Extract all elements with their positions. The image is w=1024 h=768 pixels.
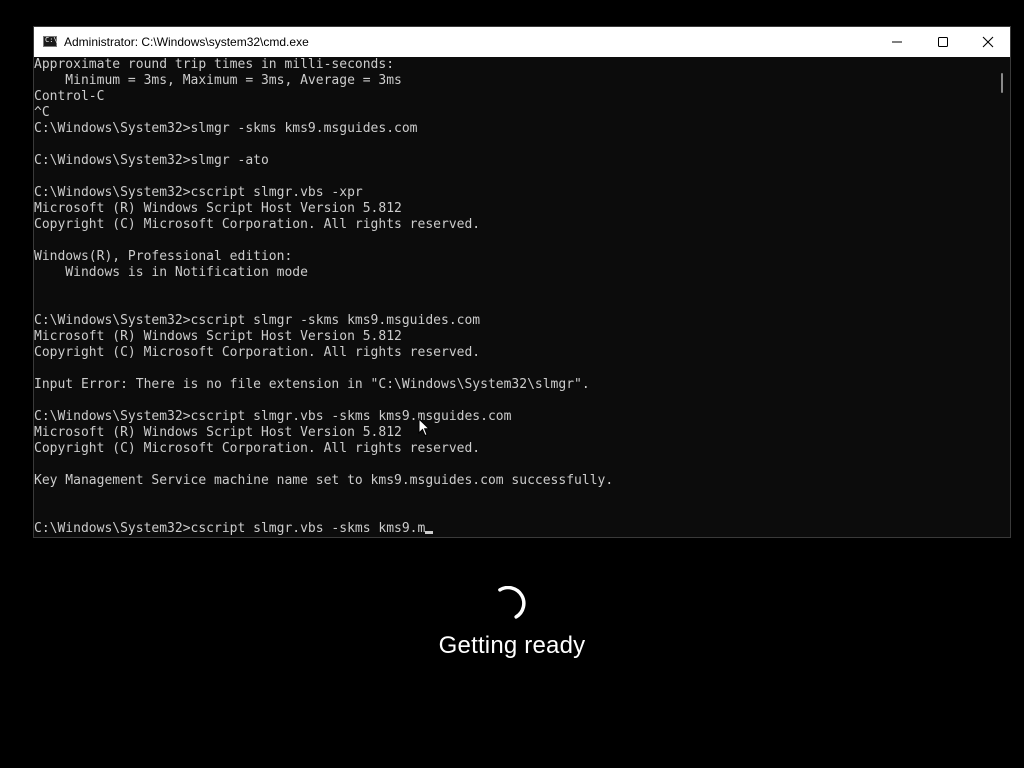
terminal-output[interactable]: Approximate round trip times in milli-se… xyxy=(34,57,994,537)
terminal-line: Microsoft (R) Windows Script Host Versio… xyxy=(34,425,402,440)
terminal-line: Windows(R), Professional edition: xyxy=(34,249,293,264)
terminal-line: Minimum = 3ms, Maximum = 3ms, Average = … xyxy=(34,73,402,88)
maximize-icon xyxy=(938,37,948,47)
terminal-line: C:\Windows\System32>slmgr -skms kms9.msg… xyxy=(34,121,418,136)
mouse-pointer-icon xyxy=(418,418,430,437)
terminal-line: ^C xyxy=(34,105,50,120)
close-button[interactable] xyxy=(965,27,1011,57)
status-text: Getting ready xyxy=(438,632,586,659)
terminal-line: C:\Windows\System32>cscript slmgr -skms … xyxy=(34,313,481,328)
terminal-line: C:\Windows\System32>slmgr -ato xyxy=(34,153,269,168)
close-icon xyxy=(982,36,994,48)
terminal-line: Microsoft (R) Windows Script Host Versio… xyxy=(34,329,402,344)
terminal-line: Copyright (C) Microsoft Corporation. All… xyxy=(34,441,481,456)
terminal-line: Control-C xyxy=(34,89,105,104)
window-title: Administrator: C:\Windows\system32\cmd.e… xyxy=(64,35,309,49)
terminal-line: Copyright (C) Microsoft Corporation. All… xyxy=(34,217,481,232)
terminal-lines: Approximate round trip times in milli-se… xyxy=(34,57,994,537)
terminal-line: Key Management Service machine name set … xyxy=(34,473,614,488)
maximize-button[interactable] xyxy=(920,27,966,57)
terminal-line: Input Error: There is no file extension … xyxy=(34,377,590,392)
vertical-scrollbar[interactable] xyxy=(994,57,1010,537)
cmd-window[interactable]: C:\ Administrator: C:\Windows\system32\c… xyxy=(33,26,1011,538)
loading-overlay: Getting ready xyxy=(0,580,1024,680)
terminal-line: C:\Windows\System32>cscript slmgr.vbs -s… xyxy=(34,409,512,424)
terminal-input-line[interactable]: C:\Windows\System32>cscript slmgr.vbs -s… xyxy=(34,521,994,537)
terminal-current-input[interactable]: C:\Windows\System32>cscript slmgr.vbs -s… xyxy=(34,521,425,536)
terminal-line: Microsoft (R) Windows Script Host Versio… xyxy=(34,201,402,216)
text-cursor xyxy=(425,531,434,534)
minimize-icon xyxy=(892,41,902,43)
title-bar[interactable]: C:\ Administrator: C:\Windows\system32\c… xyxy=(34,27,1010,57)
terminal-line: C:\Windows\System32>cscript slmgr.vbs -x… xyxy=(34,185,363,200)
loading-spinner-icon xyxy=(498,586,526,619)
minimize-button[interactable] xyxy=(874,27,920,57)
terminal-line: Approximate round trip times in milli-se… xyxy=(34,57,395,72)
terminal-line: Copyright (C) Microsoft Corporation. All… xyxy=(34,345,481,360)
terminal-line: Windows is in Notification mode xyxy=(34,265,308,280)
scrollbar-thumb[interactable] xyxy=(1001,73,1003,93)
cmd-app-icon[interactable]: C:\ xyxy=(43,36,58,47)
